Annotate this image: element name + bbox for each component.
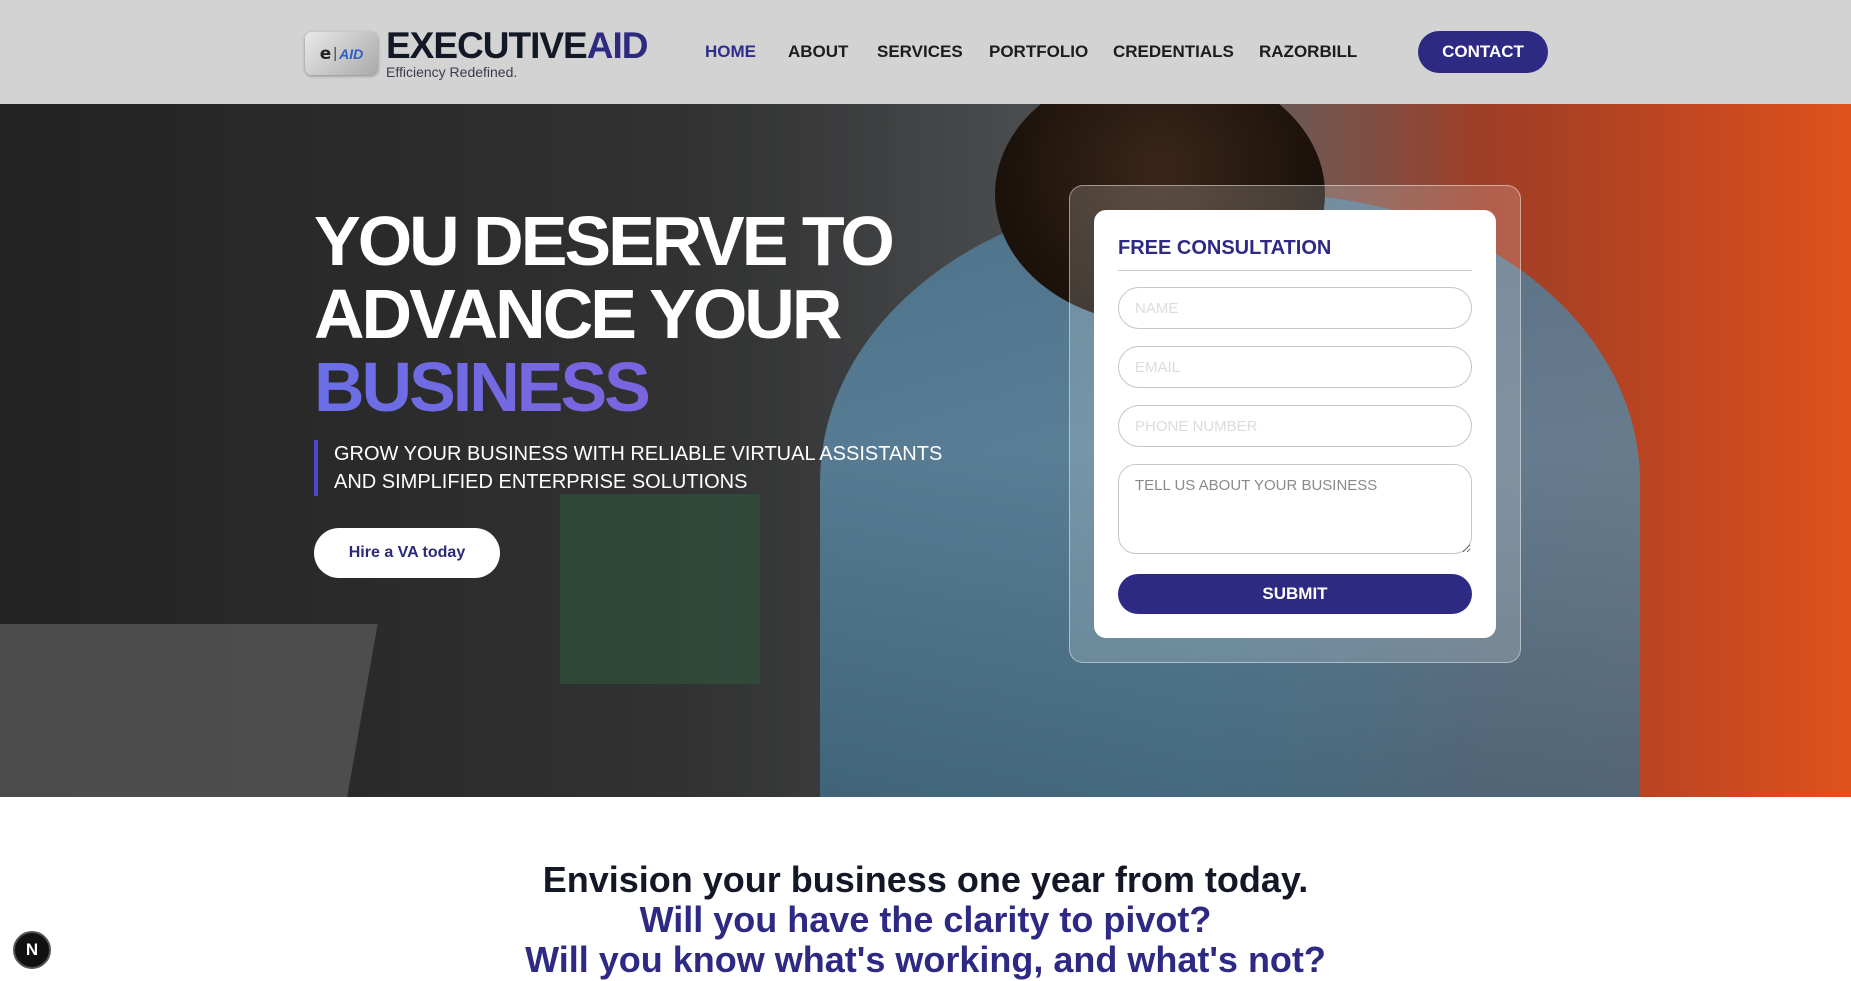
- next-dev-indicator-icon[interactable]: N: [13, 931, 51, 969]
- envision-section: Envision your business one year from tod…: [0, 860, 1851, 980]
- logo-badge-e: e: [319, 43, 332, 64]
- envision-line-3: Will you know what's working, and what's…: [525, 939, 1326, 980]
- headline-accent: BUSINESS: [314, 351, 934, 424]
- nav-home[interactable]: HOME: [705, 42, 756, 62]
- hire-va-button[interactable]: Hire a VA today: [314, 528, 500, 578]
- logo-word-aid: AID: [586, 25, 649, 66]
- hero-laptop-image: [0, 624, 378, 797]
- subtext-line-2: AND SIMPLIFIED ENTERPRISE SOLUTIONS: [334, 471, 748, 493]
- nav-services[interactable]: SERVICES: [877, 42, 963, 62]
- envision-line-2: Will you have the clarity to pivot?: [639, 899, 1212, 940]
- logo-wordmark: EXECUTIVEAID: [386, 25, 649, 66]
- hero-background-decor: [560, 494, 760, 684]
- logo-badge-icon: e | AID: [305, 32, 378, 75]
- form-divider: [1118, 270, 1472, 271]
- contact-button[interactable]: CONTACT: [1418, 31, 1548, 73]
- subtext-line-1: GROW YOUR BUSINESS WITH RELIABLE VIRTUAL…: [334, 443, 943, 465]
- business-message-textarea[interactable]: [1118, 464, 1472, 554]
- email-input[interactable]: [1118, 346, 1472, 388]
- submit-button[interactable]: SUBMIT: [1118, 574, 1472, 614]
- logo[interactable]: e | AID EXECUTIVEAID Efficiency Redefine…: [305, 25, 649, 81]
- form-title: FREE CONSULTATION: [1118, 237, 1332, 259]
- logo-word-executive: EXECUTIVE: [386, 25, 588, 66]
- envision-line-1: Envision your business one year from tod…: [542, 859, 1309, 900]
- headline-line-1: YOU DESERVE TO: [314, 202, 895, 280]
- nav-portfolio[interactable]: PORTFOLIO: [989, 42, 1088, 62]
- nav-about[interactable]: ABOUT: [788, 42, 848, 62]
- logo-text: EXECUTIVEAID Efficiency Redefined.: [386, 25, 649, 81]
- phone-input[interactable]: [1118, 405, 1472, 447]
- name-input[interactable]: [1118, 287, 1472, 329]
- logo-tagline: Efficiency Redefined.: [386, 64, 518, 80]
- headline-line-2: ADVANCE YOUR: [314, 275, 842, 353]
- hero-headline: YOU DESERVE TO ADVANCE YOUR BUSINESS: [314, 205, 934, 424]
- consultation-form: FREE CONSULTATION SUBMIT: [1094, 210, 1496, 638]
- nav-credentials[interactable]: CREDENTIALS: [1113, 42, 1234, 62]
- hero-subtext: GROW YOUR BUSINESS WITH RELIABLE VIRTUAL…: [314, 440, 954, 496]
- site-header: e | AID EXECUTIVEAID Efficiency Redefine…: [0, 0, 1851, 104]
- logo-badge-separator: |: [333, 45, 338, 62]
- nav-razorbill[interactable]: RAZORBILL: [1259, 42, 1357, 62]
- logo-badge-aid: AID: [339, 45, 364, 62]
